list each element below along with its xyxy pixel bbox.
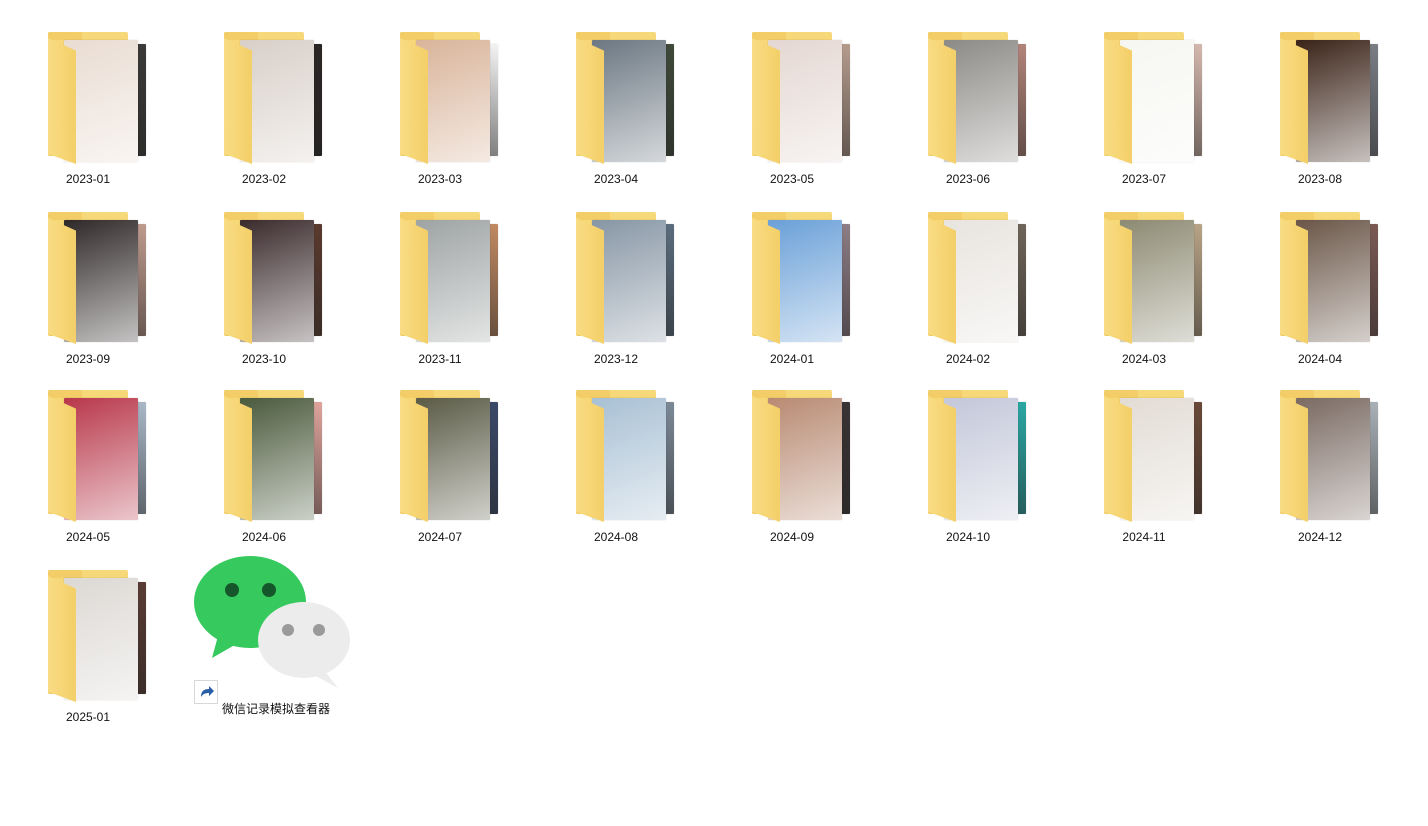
- folder-label: 2024-03: [1121, 352, 1167, 366]
- folder-label: 2024-10: [945, 530, 991, 544]
- folder-label: 2023-11: [418, 352, 462, 366]
- folder-icon: [390, 204, 498, 344]
- wechat-icon: [194, 556, 350, 688]
- folder-label: 2024-09: [769, 530, 815, 544]
- folder-label: 2023-12: [593, 352, 639, 366]
- folder-label: 2023-07: [1121, 172, 1167, 186]
- folder-item[interactable]: 2024-12: [1232, 366, 1408, 544]
- folder-icon: [742, 24, 850, 164]
- folder-label: 2024-02: [945, 352, 991, 366]
- folder-icon: [390, 24, 498, 164]
- folder-label: 2024-08: [593, 530, 639, 544]
- folder-item[interactable]: 2024-07: [352, 366, 528, 544]
- folder-icon: [38, 562, 146, 702]
- folder-item[interactable]: 2024-11: [1056, 366, 1232, 544]
- folder-label: 2023-08: [1297, 172, 1343, 186]
- folder-icon: [918, 382, 1026, 522]
- folder-icon: [214, 24, 322, 164]
- folder-item[interactable]: 2024-10: [880, 366, 1056, 544]
- folder-icon: [566, 204, 674, 344]
- folder-label: 2024-05: [65, 530, 111, 544]
- folder-label: 2024-06: [241, 530, 287, 544]
- folder-item[interactable]: 2023-02: [176, 8, 352, 186]
- folder-item[interactable]: 2023-06: [880, 8, 1056, 186]
- folder-item[interactable]: 2023-11: [352, 188, 528, 366]
- folder-item[interactable]: 2024-05: [0, 366, 176, 544]
- folder-label: 2023-04: [593, 172, 639, 186]
- folder-item[interactable]: 2023-07: [1056, 8, 1232, 186]
- folder-icon: [742, 382, 850, 522]
- folder-label: 2023-01: [65, 172, 111, 186]
- folder-item[interactable]: 2024-06: [176, 366, 352, 544]
- folder-icon: [1094, 204, 1202, 344]
- folder-item[interactable]: 2025-01: [0, 546, 176, 724]
- folder-label: 2024-01: [769, 352, 815, 366]
- folder-label: 2025-01: [65, 710, 111, 724]
- folder-item[interactable]: 2023-04: [528, 8, 704, 186]
- folder-icon: [1270, 24, 1378, 164]
- folder-item[interactable]: 2024-01: [704, 188, 880, 366]
- folder-icon: [1270, 382, 1378, 522]
- folder-label: 2024-04: [1297, 352, 1343, 366]
- wechat-viewer-shortcut[interactable]: 微信记录模拟查看器: [188, 552, 364, 722]
- folder-label: 2023-06: [945, 172, 991, 186]
- folder-item[interactable]: 2024-08: [528, 366, 704, 544]
- folder-icon: [1270, 204, 1378, 344]
- folder-icon: [214, 382, 322, 522]
- folder-label: 2023-09: [65, 352, 111, 366]
- folder-icon: [918, 24, 1026, 164]
- folder-icon: [1094, 382, 1202, 522]
- folder-item[interactable]: 2024-04: [1232, 188, 1408, 366]
- folder-label: 2023-03: [417, 172, 463, 186]
- folder-icon: [38, 204, 146, 344]
- folder-icon: [38, 24, 146, 164]
- folder-label: 2024-07: [417, 530, 463, 544]
- folder-icon: [742, 204, 850, 344]
- folder-item[interactable]: 2023-12: [528, 188, 704, 366]
- folder-item[interactable]: 2023-03: [352, 8, 528, 186]
- folder-label: 2023-10: [241, 352, 287, 366]
- folder-item[interactable]: 2024-03: [1056, 188, 1232, 366]
- folder-label: 2024-12: [1297, 530, 1343, 544]
- folder-icon: [566, 382, 674, 522]
- folder-item[interactable]: 2023-10: [176, 188, 352, 366]
- folder-icon: [566, 24, 674, 164]
- folder-label: 2023-05: [769, 172, 815, 186]
- folder-icon: [214, 204, 322, 344]
- folder-item[interactable]: 2023-08: [1232, 8, 1408, 186]
- folder-item[interactable]: 2023-01: [0, 8, 176, 186]
- folder-icon: [1094, 24, 1202, 164]
- folder-icon: [390, 382, 498, 522]
- folder-item[interactable]: 2024-09: [704, 366, 880, 544]
- folder-label: 2023-02: [241, 172, 287, 186]
- shortcut-label: 微信记录模拟查看器: [221, 702, 330, 716]
- folder-label: 2024-11: [1122, 530, 1166, 544]
- folder-item[interactable]: 2023-09: [0, 188, 176, 366]
- folder-icon: [38, 382, 146, 522]
- folder-item[interactable]: 2023-05: [704, 8, 880, 186]
- folder-icon: [918, 204, 1026, 344]
- folder-item[interactable]: 2024-02: [880, 188, 1056, 366]
